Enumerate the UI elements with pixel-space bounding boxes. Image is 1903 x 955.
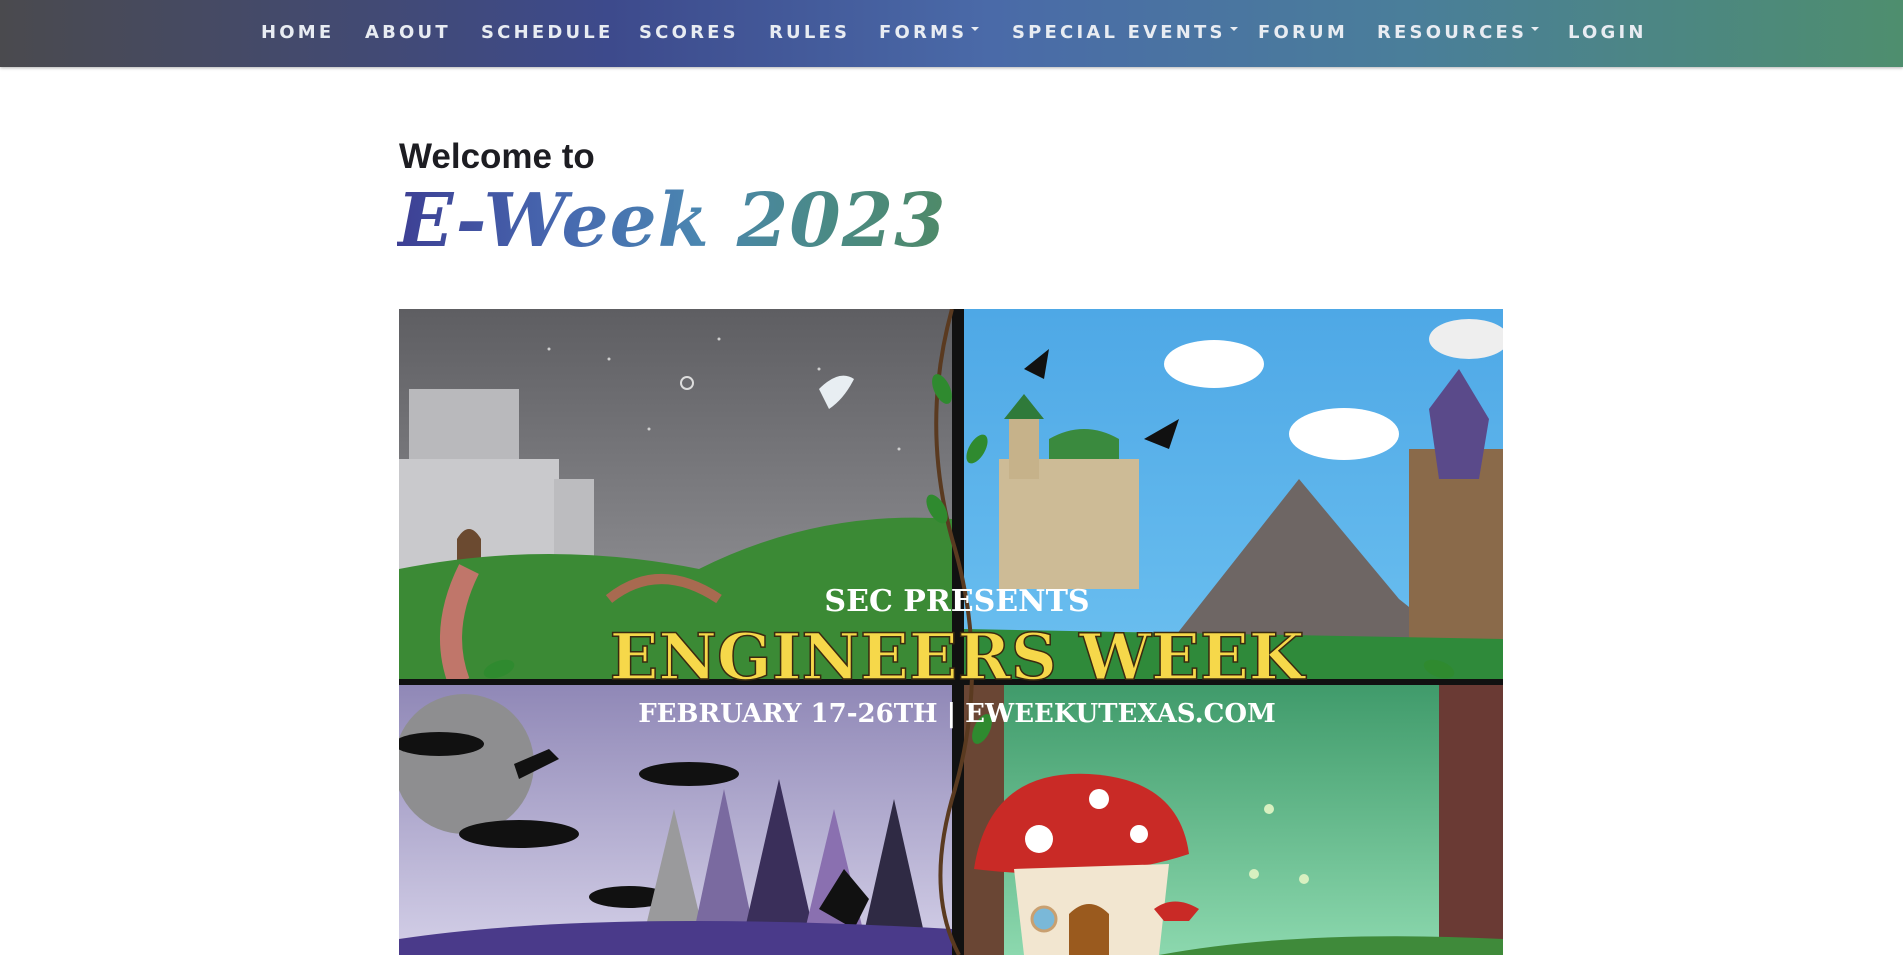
nav-home[interactable]: HOME — [261, 20, 334, 46]
nav-home-label: HOME — [261, 22, 335, 43]
banner-line-2: ENGINEERS WEEK — [610, 620, 1307, 695]
caret-down-icon — [1229, 27, 1238, 31]
page-title: E-Week 2023 — [397, 178, 947, 264]
nav-list: HOME ABOUT SCHEDULE SCORES RULES FORMS S… — [0, 0, 1903, 67]
nav-rules-label: RULES — [769, 22, 851, 43]
eweek-banner-image: SEC PRESENTS ENGINEERS WEEK FEBRUARY 17-… — [399, 309, 1503, 955]
nav-about[interactable]: ABOUT — [365, 20, 451, 46]
banner-line-1: SEC PRESENTS — [824, 584, 1089, 619]
nav-resources-dropdown[interactable]: RESOURCES — [1377, 20, 1540, 46]
nav-forms-label: FORMS — [879, 22, 968, 43]
welcome-heading: Welcome to — [399, 137, 595, 176]
nav-scores[interactable]: SCORES — [639, 20, 739, 46]
nav-forum-label: FORUM — [1258, 22, 1348, 43]
nav-about-label: ABOUT — [365, 22, 451, 43]
nav-forms-dropdown[interactable]: FORMS — [879, 20, 980, 46]
nav-login-label: LOGIN — [1568, 22, 1647, 43]
nav-scores-label: SCORES — [639, 22, 739, 43]
nav-login[interactable]: LOGIN — [1568, 20, 1647, 46]
banner-line-3: FEBRUARY 17-26TH | EWEEKUTEXAS.COM — [638, 699, 1276, 729]
nav-rules[interactable]: RULES — [769, 20, 850, 46]
nav-special-events-label: SPECIAL EVENTS — [1012, 22, 1226, 43]
caret-down-icon — [971, 27, 980, 31]
nav-schedule-label: SCHEDULE — [481, 22, 614, 43]
nav-resources-label: RESOURCES — [1377, 22, 1528, 43]
caret-down-icon — [1531, 27, 1540, 31]
top-navbar: HOME ABOUT SCHEDULE SCORES RULES FORMS S… — [0, 0, 1903, 67]
nav-forum[interactable]: FORUM — [1258, 20, 1348, 46]
nav-special-events-dropdown[interactable]: SPECIAL EVENTS — [1012, 20, 1238, 46]
nav-schedule[interactable]: SCHEDULE — [481, 20, 613, 46]
